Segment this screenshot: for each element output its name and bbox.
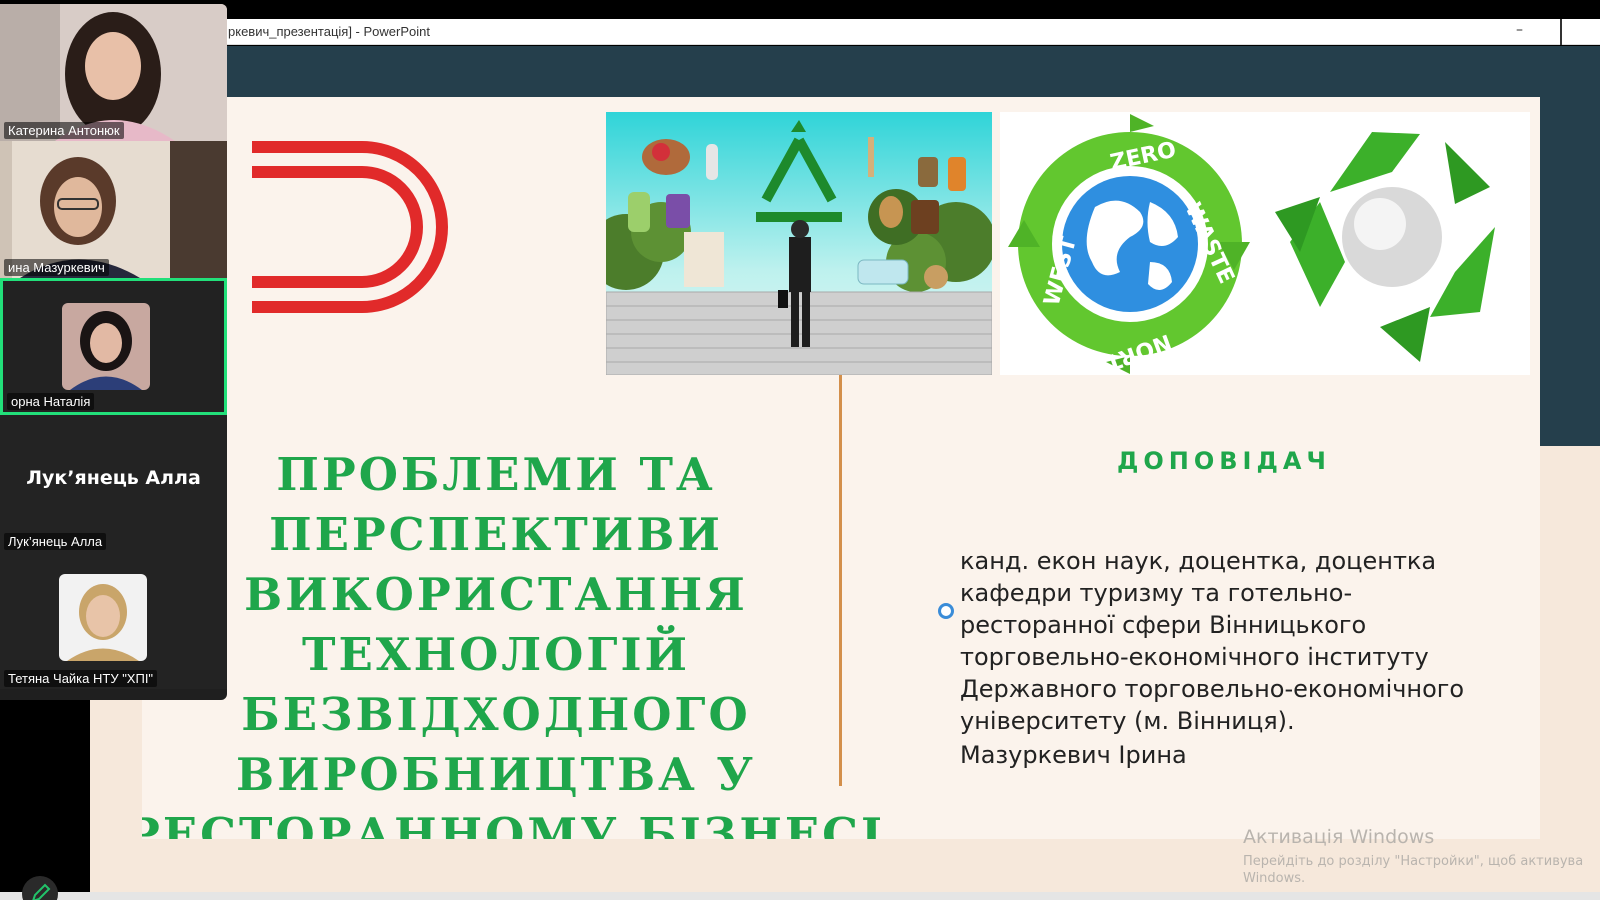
title-line: ТЕХНОЛОГІЙ [301, 628, 691, 681]
avatar [62, 303, 150, 390]
title-line: ВИКОРИСТАННЯ [244, 568, 748, 621]
red-arc-decoration [252, 141, 448, 313]
activation-title: Активація Windows [1243, 826, 1435, 848]
speaker-heading[interactable]: ДОПОВІДАЧ [1117, 447, 1326, 475]
title-line: ПРОБЛЕМИ ТА [276, 448, 716, 501]
window-title: ркевич_презентація] - PowerPoint [228, 24, 430, 39]
status-bar [0, 892, 1600, 900]
participant-video [0, 141, 227, 278]
title-line: ВИРОБНИЦТВА У [236, 748, 756, 801]
pencil-icon [32, 883, 51, 900]
zero-waste-photo [606, 112, 992, 375]
avatar [59, 574, 147, 661]
participant-display-name: Лук’янець Алла [26, 467, 201, 489]
participant-name: ина Мазуркевич [4, 259, 109, 276]
activation-line: Windows. [1243, 871, 1306, 886]
title-line: РЕСТОРАННОМУ БІЗНЕСІ [142, 808, 885, 839]
speaker-name[interactable]: Мазуркевич Ірина [960, 741, 1187, 769]
participant-name: Лук’янець Алла [4, 533, 107, 550]
activation-line: Перейдіть до розділу "Настройки", щоб ак… [1243, 854, 1584, 869]
participant-tile[interactable]: Катерина Антонюк [0, 4, 227, 141]
participant-tile-active[interactable]: орна Наталія [0, 278, 227, 415]
minimize-button[interactable]: – [1516, 22, 1523, 38]
participant-tile[interactable]: ина Мазуркевич [0, 141, 227, 278]
bullet-marker [938, 603, 954, 619]
zero-waste-logo-panel: ZERO WASTE NORTH WEST [1000, 112, 1530, 375]
participant-tile[interactable]: Тетяна Чайка НТУ "ХПІ" [0, 552, 227, 689]
slide-title[interactable]: ПРОБЛЕМИ ТА ПЕРСПЕКТИВИ ВИКОРИСТАННЯ ТЕХ… [142, 445, 885, 839]
title-line: БЕЗВІДХОДНОГО [241, 688, 751, 741]
speaker-description[interactable]: канд. екон наук, доцентка, доцентка кафе… [960, 545, 1530, 737]
participant-video [0, 4, 227, 141]
windows-activation-watermark: Активація Windows Перейдіть до розділу "… [1243, 826, 1600, 886]
participant-name: орна Наталія [7, 393, 95, 410]
title-line: ПЕРСПЕКТИВИ [269, 508, 723, 561]
participant-name: Катерина Антонюк [4, 122, 124, 139]
staircase-image [606, 112, 992, 375]
maximize-button[interactable] [1560, 19, 1566, 45]
slide[interactable]: ZERO WASTE NORTH WEST ПРОБЛЕМИ ТА ПЕРСПЕ… [142, 97, 1540, 839]
participants-panel: Катерина Антонюк ина Мазуркевич орна Нат… [0, 4, 227, 700]
zero-waste-logo: ZERO WASTE NORTH WEST [1008, 114, 1495, 375]
title-bar: ркевич_презентація] - PowerPoint – [0, 19, 1600, 45]
participant-tile[interactable]: Лук’янець Алла Лук’янець Алла [0, 415, 227, 552]
participant-name: Тетяна Чайка НТУ "ХПІ" [4, 670, 158, 687]
annotate-button[interactable] [22, 876, 58, 900]
powerpoint-window: ркевич_презентація] - PowerPoint – ZERO … [0, 0, 1600, 900]
